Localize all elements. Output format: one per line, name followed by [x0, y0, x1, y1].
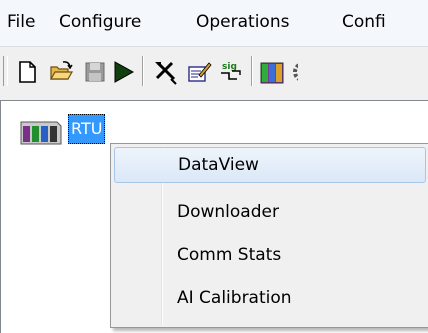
toolbar: sig	[0, 47, 428, 95]
rtu-icon[interactable]	[17, 116, 65, 146]
menu-item-ai-calibration[interactable]: AI Calibration	[114, 280, 426, 316]
open-icon[interactable]	[48, 59, 74, 85]
gear-icon[interactable]	[290, 59, 298, 85]
menu-configure[interactable]: Configure	[59, 12, 141, 32]
toolbar-grip[interactable]	[3, 56, 8, 86]
tree-node-rtu[interactable]: RTU	[68, 114, 106, 144]
save-icon[interactable]	[82, 59, 108, 85]
menu-file[interactable]: File	[7, 12, 35, 32]
menu-bar: File Configure Operations Confi	[0, 0, 428, 47]
tools-icon[interactable]	[152, 59, 178, 85]
signal-icon[interactable]: sig	[218, 59, 244, 85]
new-icon[interactable]	[14, 59, 40, 85]
menu-item-comm-stats[interactable]: Comm Stats	[114, 237, 426, 273]
menu-operations[interactable]: Operations	[196, 12, 289, 32]
menu-item-downloader[interactable]: Downloader	[114, 194, 426, 230]
menu-item-dataview[interactable]: DataView	[114, 147, 426, 183]
run-icon[interactable]	[110, 59, 136, 85]
edit-icon[interactable]	[186, 59, 212, 85]
rtu-module-icon[interactable]	[259, 59, 285, 85]
context-menu: DataView Downloader Comm Stats AI Calibr…	[110, 143, 428, 328]
menu-config[interactable]: Confi	[342, 12, 386, 32]
toolbar-separator	[142, 56, 144, 86]
toolbar-separator	[251, 56, 253, 86]
